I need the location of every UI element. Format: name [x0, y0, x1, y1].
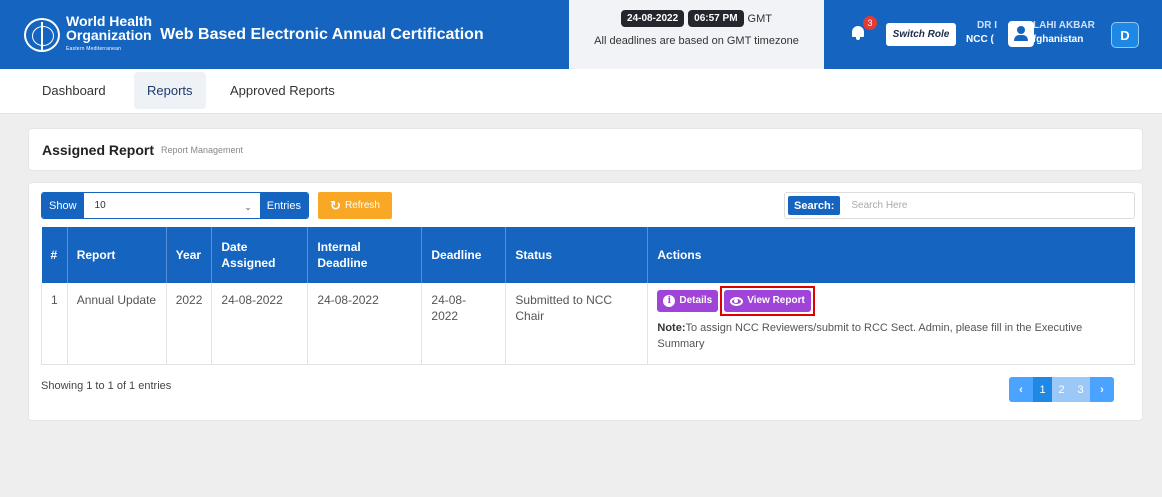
entries-label: Entries [259, 193, 308, 218]
nav-dashboard[interactable]: Dashboard [29, 72, 119, 109]
switch-role-button[interactable]: Switch Role [886, 23, 956, 46]
note-prefix: Note: [657, 322, 686, 334]
cell-actions: i Details View Report Note:To assign NCC… [647, 283, 1135, 365]
timezone-label: GMT [747, 12, 772, 25]
search-box: Search: Search Here [784, 192, 1135, 219]
cell-deadline: 24-08-2022 [421, 283, 507, 365]
app-title: Web Based Electronic Annual Certificatio… [160, 25, 484, 43]
search-input[interactable]: Search Here [851, 200, 907, 211]
pagination: ‹ 1 2 3 › [1009, 377, 1114, 402]
user-role-part: fghanistan [1032, 34, 1084, 45]
refresh-label: Refresh [344, 200, 380, 211]
details-button[interactable]: i Details [657, 290, 719, 312]
user-role-part: NCC ( [966, 34, 994, 45]
col-header-status[interactable]: Status [505, 227, 649, 283]
notification-count-badge: 3 [863, 16, 877, 30]
org-name: World Health Organization Eastern Medite… [66, 12, 153, 52]
refresh-icon: ↻ [330, 197, 341, 213]
page-size-select[interactable]: 10 ⌄ [83, 193, 260, 218]
col-header-deadline[interactable]: Deadline [421, 227, 507, 283]
user-name-part: DR I [977, 20, 997, 31]
note-text: To assign NCC Reviewers/submit to RCC Se… [657, 322, 1083, 350]
col-header-year[interactable]: Year [166, 227, 213, 283]
chevron-down-icon: ⌄ [244, 202, 252, 212]
view-report-label: View Report [747, 295, 805, 306]
page-size-value: 10 [94, 200, 106, 211]
cell-year: 2022 [166, 283, 213, 365]
reports-table: # Report Year Date Assigned Internal Dea… [41, 227, 1135, 365]
view-report-highlight: View Report [720, 286, 815, 316]
action-note: Note:To assign NCC Reviewers/submit to R… [657, 320, 1125, 352]
col-header-date-assigned[interactable]: Date Assigned [211, 227, 309, 283]
show-label: Show [42, 193, 84, 218]
page-2-button[interactable]: 2 [1052, 377, 1071, 402]
cell-internal-deadline: 24-08-2022 [307, 283, 423, 365]
cell-num: 1 [41, 283, 68, 365]
view-report-button[interactable]: View Report [724, 290, 811, 312]
cell-status: Submitted to NCC Chair [505, 283, 649, 365]
table-row: 1 Annual Update 2022 24-08-2022 24-08-20… [41, 283, 1135, 365]
nav-reports[interactable]: Reports [134, 72, 206, 109]
eye-icon [730, 296, 744, 306]
prev-page-button[interactable]: ‹ [1009, 377, 1033, 402]
user-avatar-initial[interactable]: D [1111, 22, 1139, 48]
search-label: Search: [788, 196, 841, 215]
nav-approved-reports[interactable]: Approved Reports [217, 72, 348, 109]
who-logo[interactable]: World Health Organization Eastern Medite… [24, 14, 484, 56]
col-header-internal-deadline[interactable]: Internal Deadline [307, 227, 423, 283]
page-title-panel: Assigned Report Report Management [28, 128, 1143, 171]
col-header-actions[interactable]: Actions [647, 227, 1135, 283]
cell-date-assigned: 24-08-2022 [211, 283, 309, 365]
table-header-row: # Report Year Date Assigned Internal Dea… [41, 227, 1135, 283]
user-avatar-icon[interactable] [1008, 21, 1034, 47]
next-page-button[interactable]: › [1090, 377, 1114, 402]
page-3-button[interactable]: 3 [1071, 377, 1090, 402]
date-badge: 24-08-2022 [621, 10, 685, 27]
user-name-part: LAHI AKBAR [1033, 20, 1095, 31]
main-nav: Dashboard Reports Approved Reports [0, 69, 1162, 114]
details-label: Details [679, 295, 713, 306]
page-title: Assigned Report [42, 141, 155, 158]
timezone-note: All deadlines are based on GMT timezone [594, 35, 799, 47]
time-badge: 06:57 PM [688, 10, 744, 27]
page-subtitle: Report Management [161, 144, 244, 155]
col-header-num[interactable]: # [41, 227, 68, 283]
time-panel: 24-08-2022 06:57 PM GMT All deadlines ar… [569, 0, 824, 69]
report-table-panel: Show 10 ⌄ Entries ↻ Refresh Search: Sear… [28, 182, 1143, 421]
entries-summary: Showing 1 to 1 of 1 entries [41, 380, 172, 392]
page-1-button[interactable]: 1 [1033, 377, 1052, 402]
cell-report: Annual Update [67, 283, 167, 365]
info-icon: i [663, 295, 676, 307]
refresh-button[interactable]: ↻ Refresh [318, 192, 392, 219]
page-size-control: Show 10 ⌄ Entries [41, 192, 309, 219]
col-header-report[interactable]: Report [67, 227, 167, 283]
who-emblem-icon [24, 17, 60, 52]
